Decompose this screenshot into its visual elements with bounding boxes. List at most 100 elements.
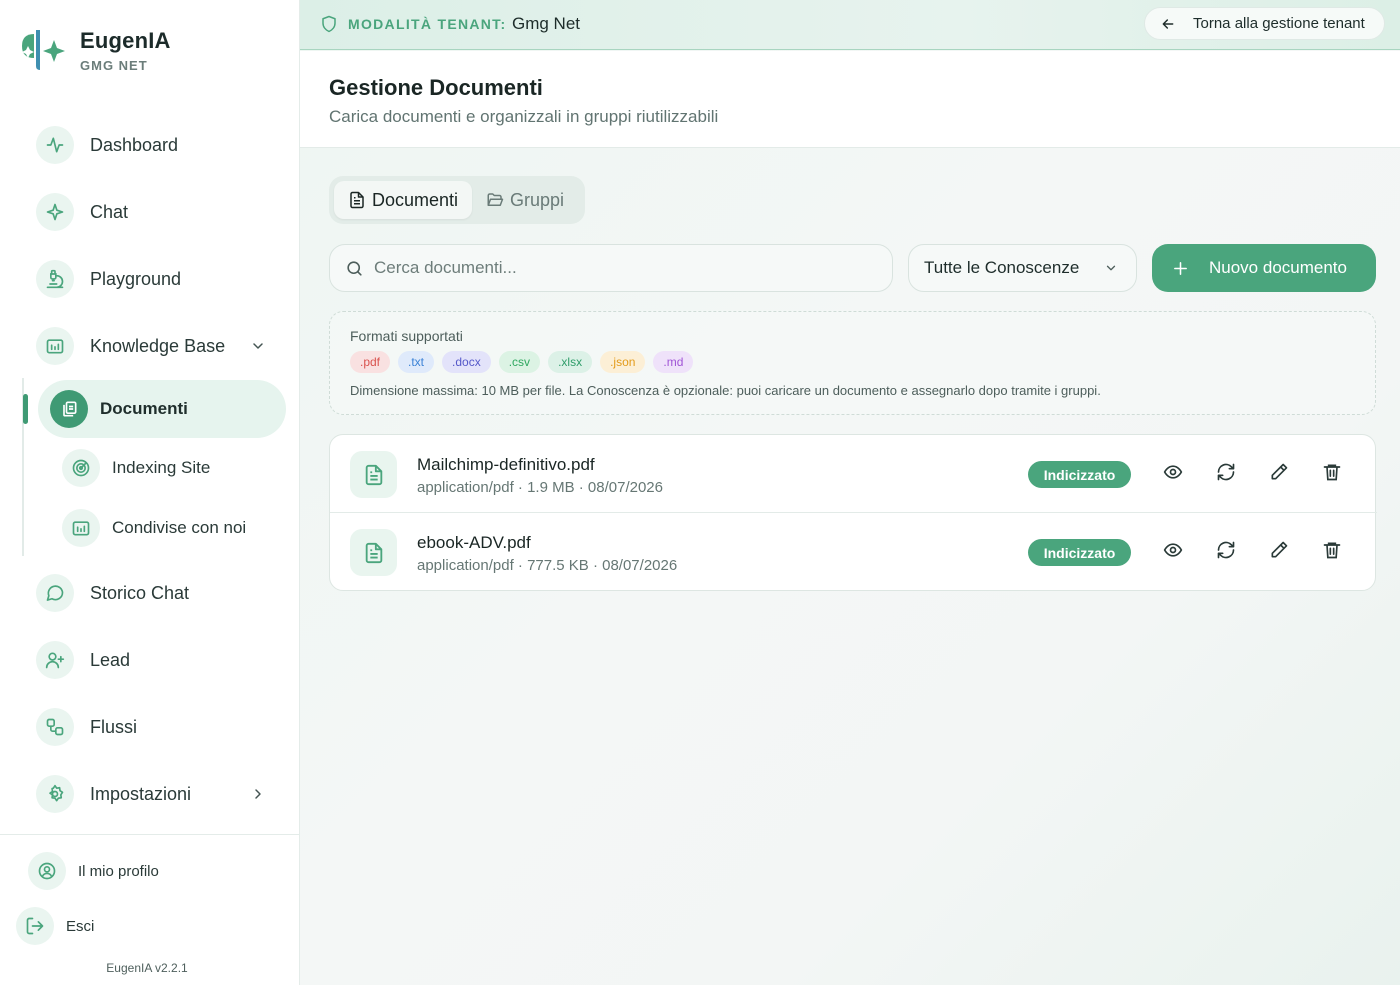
view-tabs: Documenti Gruppi xyxy=(329,176,585,224)
nav-playground-label: Playground xyxy=(90,268,182,289)
file-text-icon xyxy=(350,191,364,209)
profile-link[interactable]: Il mio profilo xyxy=(28,852,159,890)
folder-open-icon xyxy=(487,193,504,206)
brand-logo xyxy=(22,30,65,70)
status-badge: Indicizzato xyxy=(1028,461,1131,488)
nav-indexing-site[interactable]: Indexing Site xyxy=(62,448,210,488)
format-chip-txt: .txt xyxy=(398,351,435,373)
workflow-icon xyxy=(36,708,74,746)
formats-note: Dimensione massima: 10 MB per file. La C… xyxy=(350,383,1101,398)
search-input[interactable] xyxy=(374,258,854,278)
nav-impostazioni[interactable]: Impostazioni xyxy=(36,774,276,814)
brand-name: EugenIA xyxy=(80,27,171,53)
document-list: Mailchimp-definitivo.pdf application/pdf… xyxy=(329,434,1377,591)
document-row[interactable]: ebook-ADV.pdf application/pdf · 777.5 KB… xyxy=(330,513,1377,591)
file-text-icon xyxy=(350,451,397,498)
main-content: MODALITÀ TENANT: Gmg Net Torna alla gest… xyxy=(300,0,1400,985)
page-header: Gestione Documenti Carica documenti e or… xyxy=(300,51,1400,148)
nav-condivise-label: Condivise con noi xyxy=(112,518,247,537)
trash-icon xyxy=(1323,542,1341,559)
nav-playground[interactable]: Playground xyxy=(36,259,181,299)
tenant-banner: MODALITÀ TENANT: Gmg Net Torna alla gest… xyxy=(300,0,1400,50)
format-chip-xlsx: .xlsx xyxy=(548,351,593,373)
logout-icon xyxy=(16,907,54,945)
profile-label: Il mio profilo xyxy=(78,862,159,880)
new-document-button[interactable]: Nuovo documento xyxy=(1152,244,1376,292)
nav-chat[interactable]: Chat xyxy=(36,192,128,232)
tab-documenti[interactable]: Documenti xyxy=(334,181,472,219)
sidebar-divider xyxy=(0,834,300,835)
search-icon xyxy=(347,260,362,276)
tab-gruppi[interactable]: Gruppi xyxy=(484,181,580,219)
sidebar: EugenIA GMG NET Dashboard Chat Playgroun… xyxy=(0,0,300,985)
plus-icon xyxy=(1174,261,1187,275)
page-subtitle: Carica documenti e organizzali in gruppi… xyxy=(329,107,719,126)
document-meta: application/pdf · 1.9 MB · 08/07/2026 xyxy=(417,479,663,496)
format-chip-pdf: .pdf xyxy=(350,351,391,373)
nav-chat-label: Chat xyxy=(90,201,129,222)
document-meta: application/pdf · 777.5 KB · 08/07/2026 xyxy=(417,557,678,574)
page-title: Gestione Documenti xyxy=(329,75,543,100)
radar-icon xyxy=(62,449,100,487)
arrow-left-icon xyxy=(1162,18,1174,29)
back-to-tenants-label: Torna alla gestione tenant xyxy=(1193,15,1365,32)
nav-storico-chat-label: Storico Chat xyxy=(90,582,190,603)
app-version: EugenIA v2.2.1 xyxy=(106,961,188,975)
nav-indexing-site-label: Indexing Site xyxy=(112,458,211,477)
chevron-down-icon xyxy=(1106,265,1116,271)
library-icon xyxy=(36,327,74,365)
gear-icon xyxy=(36,775,74,813)
nav-knowledge-base-label: Knowledge Base xyxy=(90,335,226,356)
sparkle-icon xyxy=(36,193,74,231)
format-chip-md: .md xyxy=(653,351,694,373)
tab-gruppi-label: Gruppi xyxy=(510,189,565,210)
nav-flussi[interactable]: Flussi xyxy=(36,707,137,747)
edit-button[interactable] xyxy=(1269,540,1291,562)
chevron-down-icon[interactable] xyxy=(250,338,266,354)
eye-icon xyxy=(1163,543,1183,557)
nav-storico-chat[interactable]: Storico Chat xyxy=(36,573,189,613)
format-chips: .pdf .txt .docx .csv .xlsx .json .md xyxy=(350,351,701,373)
status-badge: Indicizzato xyxy=(1028,539,1131,566)
brand-tenant: GMG NET xyxy=(80,57,148,73)
delete-button[interactable] xyxy=(1322,462,1344,484)
shared-library-icon xyxy=(62,509,100,547)
search-field[interactable] xyxy=(329,244,893,292)
refresh-icon xyxy=(1217,463,1235,481)
knowledge-filter-value: Tutte le Conoscenze xyxy=(924,258,1080,277)
document-name: ebook-ADV.pdf xyxy=(417,533,531,552)
nav-impostazioni-label: Impostazioni xyxy=(90,783,192,804)
view-button[interactable] xyxy=(1163,540,1185,562)
chevron-right-icon[interactable] xyxy=(250,786,266,802)
delete-button[interactable] xyxy=(1322,540,1344,562)
shield-icon xyxy=(322,15,336,33)
brand[interactable]: EugenIA GMG NET xyxy=(16,26,171,74)
nav-lead[interactable]: Lead xyxy=(36,640,130,680)
edit-button[interactable] xyxy=(1269,462,1291,484)
nav-knowledge-base[interactable]: Knowledge Base xyxy=(36,326,276,366)
eye-icon xyxy=(1163,465,1183,479)
reindex-button[interactable] xyxy=(1216,462,1238,484)
reindex-button[interactable] xyxy=(1216,540,1238,562)
file-text-icon xyxy=(350,529,397,576)
nav-documenti[interactable]: Documenti xyxy=(38,380,286,438)
back-to-tenants-button[interactable]: Torna alla gestione tenant xyxy=(1144,7,1385,40)
supported-formats-dropzone[interactable]: Formati supportati .pdf .txt .docx .csv … xyxy=(329,311,1376,415)
nav-lead-label: Lead xyxy=(90,649,131,670)
view-button[interactable] xyxy=(1163,462,1185,484)
pencil-icon xyxy=(1271,463,1288,480)
trash-icon xyxy=(1323,464,1341,481)
logout-button[interactable]: Esci xyxy=(16,907,94,945)
nav-dashboard[interactable]: Dashboard xyxy=(36,125,178,165)
message-circle-icon xyxy=(36,574,74,612)
refresh-icon xyxy=(1217,541,1235,559)
user-plus-icon xyxy=(36,641,74,679)
documents-icon xyxy=(50,390,88,428)
format-chip-csv: .csv xyxy=(498,351,541,373)
document-row[interactable]: Mailchimp-definitivo.pdf application/pdf… xyxy=(330,435,1377,513)
nav-condivise[interactable]: Condivise con noi xyxy=(62,508,246,548)
new-document-label: Nuovo documento xyxy=(1209,258,1347,277)
knowledge-filter-select[interactable]: Tutte le Conoscenze xyxy=(908,244,1137,292)
format-chip-json: .json xyxy=(600,351,646,373)
format-chip-docx: .docx xyxy=(442,351,491,373)
